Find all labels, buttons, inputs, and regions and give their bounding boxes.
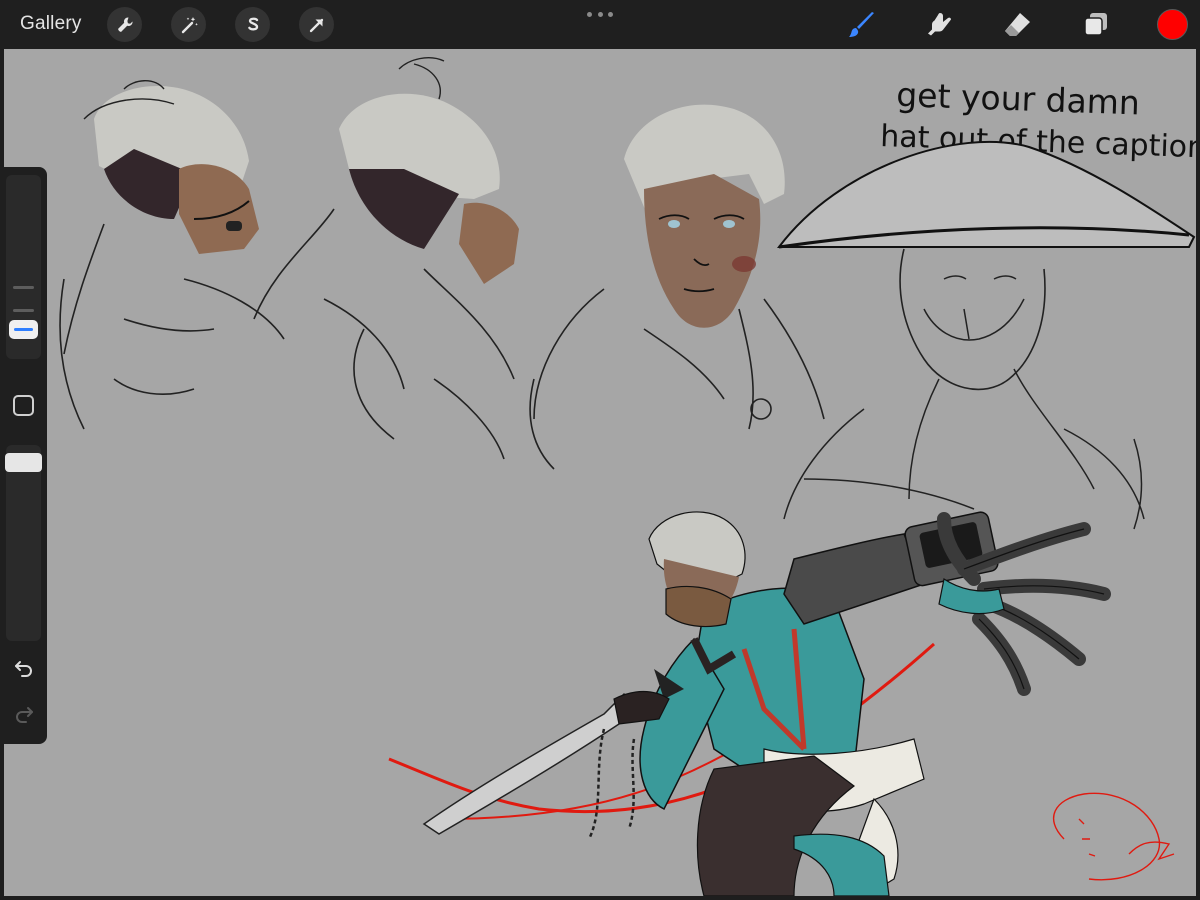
eraser-tool-button[interactable] <box>1000 8 1034 42</box>
sketch-head-2 <box>253 57 519 460</box>
undo-icon <box>15 661 32 677</box>
redo-button[interactable] <box>11 703 37 725</box>
actions-button[interactable] <box>107 7 142 42</box>
artwork-sketch: get your damn hat out of the caption <box>59 57 1196 896</box>
gallery-button[interactable]: Gallery <box>20 13 82 35</box>
brush-opacity-slider[interactable] <box>6 445 41 641</box>
size-indicator <box>14 328 33 331</box>
brush-sidebar <box>0 167 47 744</box>
brush-size-slider[interactable] <box>6 175 41 359</box>
dot-icon <box>597 11 603 17</box>
sketch-hat-figure <box>776 140 1196 530</box>
selection-button[interactable] <box>235 7 270 42</box>
brush-opacity-thumb[interactable] <box>5 453 42 472</box>
smudge-icon <box>928 13 951 36</box>
adjustments-button[interactable] <box>171 7 206 42</box>
transform-arrow-icon <box>309 18 323 32</box>
transform-button[interactable] <box>299 7 334 42</box>
dot-icon <box>608 11 613 17</box>
wrench-icon <box>117 16 133 32</box>
brush-tool-button[interactable] <box>845 8 879 42</box>
artist-signature <box>1053 792 1175 881</box>
color-picker-button[interactable] <box>1157 9 1188 40</box>
layers-button[interactable] <box>1079 8 1113 42</box>
magic-wand-icon <box>181 16 198 33</box>
sketch-head-3 <box>529 104 825 470</box>
redo-icon <box>16 707 33 723</box>
size-tick <box>13 309 34 312</box>
undo-button[interactable] <box>11 657 37 679</box>
more-options-button[interactable] <box>587 9 613 19</box>
sketch-main-character <box>388 511 1111 896</box>
brush-size-thumb[interactable] <box>9 320 38 339</box>
top-toolbar: Gallery <box>0 0 1200 49</box>
sketch-head-1 <box>59 80 285 430</box>
size-tick <box>13 286 34 289</box>
smudge-tool-button[interactable] <box>922 8 956 42</box>
dot-icon <box>587 11 592 17</box>
modify-button[interactable] <box>13 395 34 416</box>
drawing-canvas[interactable]: get your damn hat out of the caption <box>4 49 1196 896</box>
selection-s-icon <box>247 17 258 30</box>
layers-icon <box>1084 13 1107 36</box>
caption-line-1: get your damn <box>896 75 1141 122</box>
brush-icon <box>849 12 874 37</box>
eraser-icon <box>1005 13 1030 36</box>
